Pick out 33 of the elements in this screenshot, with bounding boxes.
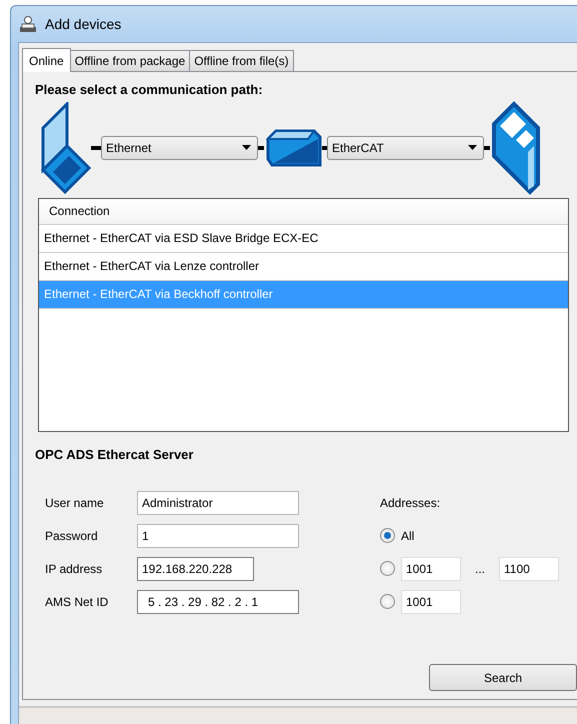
field-label: AMS Net ID bbox=[44, 594, 110, 610]
radio-button[interactable] bbox=[380, 594, 395, 609]
dropdown[interactable]: EtherCAT bbox=[327, 136, 484, 160]
converter-icon bbox=[264, 128, 322, 166]
dropdown[interactable]: Ethernet bbox=[101, 136, 258, 160]
field-label: IP address bbox=[44, 560, 104, 578]
input-field[interactable]: 1100 bbox=[499, 556, 560, 580]
radio-button[interactable] bbox=[380, 561, 395, 576]
input-field[interactable]: 1001 bbox=[401, 556, 461, 580]
device-icon bbox=[19, 15, 37, 33]
list-row[interactable]: Ethernet - EtherCAT via ESD Slave Bridge ECX-EC bbox=[39, 224, 568, 252]
laptop-icon bbox=[41, 102, 91, 194]
tab[interactable]: Offline from package bbox=[70, 50, 190, 71]
input-field[interactable]: 1 bbox=[137, 524, 299, 548]
tab[interactable]: Online bbox=[22, 48, 71, 72]
input-field[interactable]: 5 . 23 . 29 . 82 . 2 . 1 bbox=[137, 590, 299, 614]
input-field[interactable]: 192.168.220.228 bbox=[137, 556, 254, 580]
radio-label: All bbox=[401, 528, 414, 544]
window-title: Add devices bbox=[45, 14, 122, 34]
section-heading: Please select a communication path: bbox=[35, 81, 264, 99]
input-field[interactable]: Administrator bbox=[137, 490, 299, 514]
caret-icon bbox=[242, 145, 251, 150]
device-module-icon bbox=[490, 100, 542, 196]
caret-icon bbox=[468, 145, 477, 150]
field-label: User name bbox=[44, 494, 105, 512]
section-heading: OPC ADS Ethercat Server bbox=[35, 446, 194, 464]
input-field[interactable]: 1001 bbox=[401, 590, 461, 614]
radio-button[interactable] bbox=[380, 528, 395, 543]
range-separator: ... bbox=[475, 560, 486, 578]
search-button[interactable]: Search bbox=[429, 664, 577, 691]
field-label: Password bbox=[44, 528, 99, 544]
tab[interactable]: Offline from file(s) bbox=[189, 50, 294, 71]
field-label: Addresses: bbox=[380, 494, 440, 512]
